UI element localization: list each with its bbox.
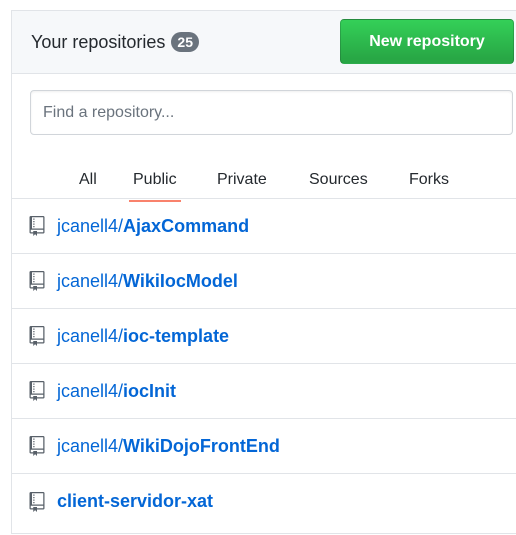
filter-area: All Public Private Sources Forks xyxy=(12,74,516,202)
list-item: jcanell4/ioc-template xyxy=(12,309,516,364)
repo-link[interactable]: jcanell4/iocInit xyxy=(57,381,176,402)
panel-title-text: Your repositories xyxy=(31,32,166,52)
panel-header: Your repositories 25 New repository xyxy=(12,11,516,74)
repo-link[interactable]: jcanell4/AjaxCommand xyxy=(57,216,249,237)
repo-link[interactable]: jcanell4/ioc-template xyxy=(57,326,229,347)
tab-sources[interactable]: Sources xyxy=(309,170,368,190)
repo-icon xyxy=(29,216,45,236)
repo-icon xyxy=(29,436,45,456)
repo-filter-tabs: All Public Private Sources Forks xyxy=(12,159,516,202)
tab-public[interactable]: Public xyxy=(129,170,181,202)
list-item: jcanell4/AjaxCommand xyxy=(12,199,516,254)
repo-link[interactable]: client-servidor-xat xyxy=(57,491,213,512)
repo-icon xyxy=(29,491,45,512)
list-item: client-servidor-xat xyxy=(12,474,516,529)
list-item: jcanell4/WikiIocModel xyxy=(12,254,516,309)
list-item: jcanell4/iocInit xyxy=(12,364,516,419)
tab-forks[interactable]: Forks xyxy=(409,170,449,190)
repo-count-badge: 25 xyxy=(171,32,199,52)
new-repository-button[interactable]: New repository xyxy=(340,19,514,64)
panel-title: Your repositories 25 xyxy=(31,30,199,54)
repo-link[interactable]: jcanell4/WikiDojoFrontEnd xyxy=(57,436,280,457)
tab-private[interactable]: Private xyxy=(217,170,267,190)
repo-icon xyxy=(29,326,45,346)
tab-all[interactable]: All xyxy=(79,170,97,190)
repo-link[interactable]: jcanell4/WikiIocModel xyxy=(57,271,238,292)
repositories-panel: Your repositories 25 New repository All … xyxy=(11,10,516,534)
repo-icon xyxy=(29,271,45,291)
repository-list: jcanell4/AjaxCommand jcanell4/WikiIocMod… xyxy=(12,199,516,529)
list-item: jcanell4/WikiDojoFrontEnd xyxy=(12,419,516,474)
find-repository-input[interactable] xyxy=(30,90,513,135)
repo-icon xyxy=(29,381,45,401)
